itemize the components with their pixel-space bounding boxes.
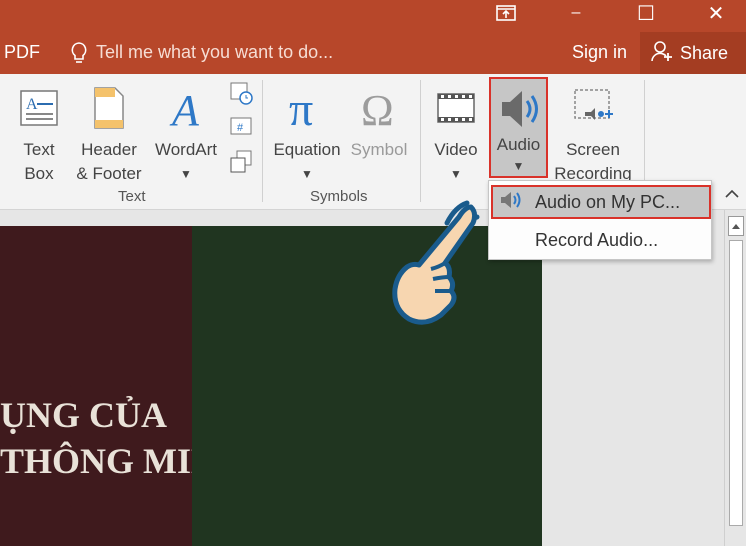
tell-me-bar: PDF Tell me what you want to do... Sign …: [0, 32, 746, 74]
slide-left-panel: ỤNG CỦA THÔNG MINH: [0, 226, 245, 546]
symbol-label: Symbol: [350, 140, 408, 159]
pointing-hand-icon: [385, 193, 495, 334]
equation-label: Equation: [273, 140, 341, 159]
audio-button[interactable]: Audio ▼: [489, 77, 548, 178]
slide-number-icon[interactable]: #: [228, 114, 254, 140]
person-add-icon: [650, 39, 674, 68]
audio-dropdown-arrow-icon: ▼: [512, 159, 525, 173]
symbol-button[interactable]: Ω Symbol: [346, 78, 412, 188]
wordart-label: WordArt: [154, 140, 218, 159]
svg-text:#: #: [237, 122, 244, 134]
lightbulb-icon: [70, 41, 88, 70]
svg-text:π: π: [289, 85, 313, 131]
minimize-button[interactable]: –: [562, 0, 590, 26]
scroll-thumb[interactable]: [729, 240, 743, 526]
screen-recording-label-1: Screen: [566, 140, 620, 159]
svg-text:A: A: [169, 86, 200, 131]
screen-recording-icon: [550, 78, 636, 138]
record-audio-item[interactable]: Record Audio...: [491, 223, 711, 257]
text-box-label-2: Box: [24, 164, 54, 183]
screen-recording-button[interactable]: Screen Recording: [550, 78, 636, 188]
share-button[interactable]: Share: [640, 32, 746, 74]
text-box-icon: A: [10, 78, 68, 138]
text-box-label-1: Text: [23, 140, 55, 159]
header-footer-button[interactable]: Header & Footer: [70, 78, 148, 188]
record-audio-label: Record Audio...: [535, 229, 659, 250]
header-footer-label-1: Header: [81, 140, 137, 159]
pi-icon: π: [270, 78, 344, 138]
sign-in-link[interactable]: Sign in: [572, 42, 627, 63]
video-button[interactable]: Video ▼: [428, 78, 484, 188]
close-button[interactable]: ✕: [702, 0, 730, 26]
video-dropdown-arrow-icon: ▼: [450, 167, 462, 181]
header-footer-label-2: & Footer: [76, 164, 142, 183]
separator: [262, 80, 263, 202]
title-bar: – ☐ ✕: [0, 0, 746, 32]
tell-me-input[interactable]: Tell me what you want to do...: [96, 42, 333, 63]
wordart-icon: A: [150, 78, 222, 138]
video-icon: [428, 78, 484, 138]
speaker-icon: [496, 83, 542, 140]
slide-title-line-1: ỤNG CỦA: [0, 395, 167, 435]
wordart-dropdown-arrow-icon: ▼: [180, 167, 192, 181]
header-footer-icon: [70, 78, 148, 138]
group-symbols-label: Symbols: [310, 188, 368, 205]
maximize-button[interactable]: ☐: [632, 0, 660, 26]
share-label: Share: [680, 42, 729, 63]
scroll-up-arrow-icon[interactable]: [728, 216, 744, 236]
group-text-label: Text: [118, 188, 146, 205]
separator: [420, 80, 421, 202]
speaker-small-icon: [499, 191, 523, 214]
svg-text:Ω: Ω: [361, 86, 394, 131]
equation-button[interactable]: π Equation ▼: [270, 78, 344, 188]
ribbon-display-options-icon[interactable]: [492, 0, 520, 26]
audio-on-my-pc-label: Audio on My PC...: [535, 191, 681, 212]
video-label: Video: [434, 140, 478, 159]
svg-text:A: A: [26, 96, 38, 113]
text-box-button[interactable]: A Text Box: [10, 78, 68, 188]
date-time-icon[interactable]: [228, 80, 254, 106]
audio-on-my-pc-item[interactable]: Audio on My PC...: [491, 185, 711, 219]
audio-dropdown-menu: Audio on My PC... Record Audio...: [488, 180, 712, 260]
audio-label: Audio: [496, 135, 541, 154]
object-icon[interactable]: [228, 148, 254, 174]
tab-pdf[interactable]: PDF: [4, 42, 40, 63]
equation-dropdown-arrow-icon: ▼: [301, 167, 313, 181]
omega-icon: Ω: [346, 78, 412, 138]
collapse-ribbon-icon[interactable]: [724, 186, 744, 206]
wordart-button[interactable]: A WordArt ▼: [150, 78, 222, 188]
